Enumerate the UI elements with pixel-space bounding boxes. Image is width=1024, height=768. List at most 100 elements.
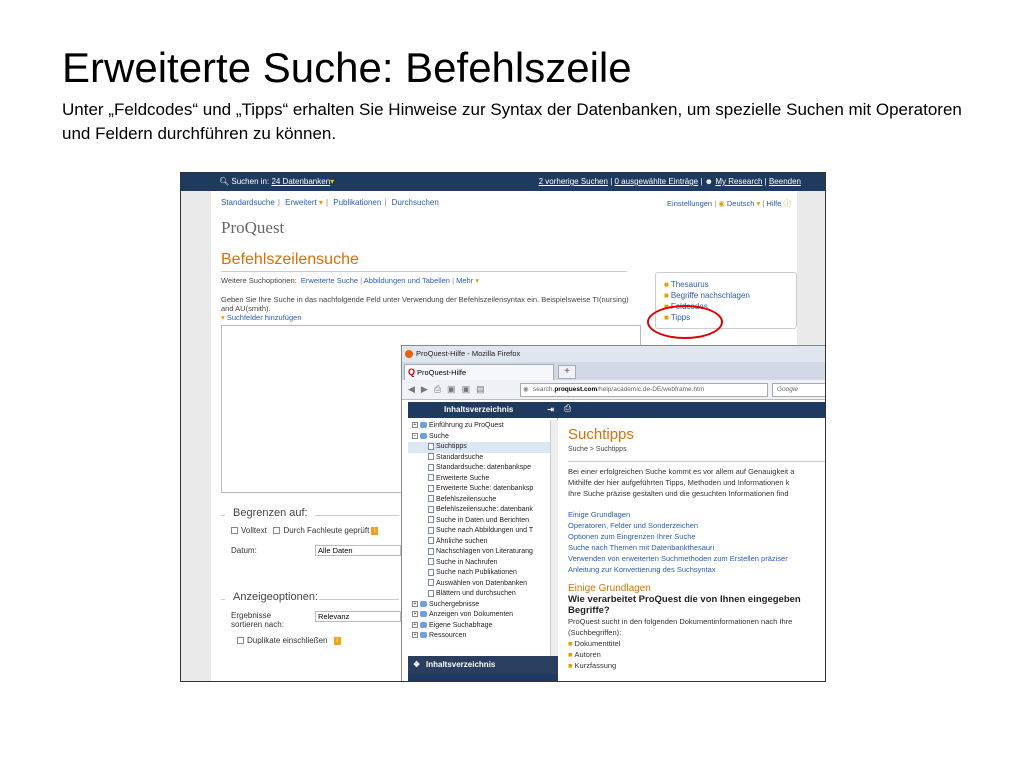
help-icon[interactable]: ⓘ: [784, 199, 792, 208]
toc-item[interactable]: Erweiterte Suche: datenbanksp: [408, 484, 557, 495]
toc-item[interactable]: Blättern und durchsuchen: [408, 589, 557, 600]
expand-icon[interactable]: +: [412, 621, 418, 628]
toc-scrollbar[interactable]: [550, 420, 558, 656]
toc-bottom-tab-2[interactable]: [408, 674, 558, 681]
search-icon: 🔍︎: [219, 177, 230, 186]
toc-item[interactable]: Auswählen von Datenbanken: [408, 579, 557, 590]
toc-item-label: Standardsuche: [436, 453, 484, 461]
nav-advanced-search[interactable]: Erweitert: [285, 198, 317, 207]
tab-proquest-help[interactable]: Q ProQuest-Hilfe: [404, 364, 554, 380]
globe-icon: ◉: [523, 386, 529, 393]
toc-item[interactable]: Suche nach Abbildungen und T: [408, 526, 557, 537]
help-link[interactable]: Hilfe: [766, 199, 781, 208]
language-select[interactable]: Deutsch: [727, 199, 755, 208]
content-link[interactable]: Operatoren, Felder und Sonderzeichen: [568, 520, 825, 531]
content-link[interactable]: Anleitung zur Konvertierung des Suchsynt…: [568, 564, 825, 575]
window-icon[interactable]: ▣: [462, 384, 477, 394]
chevron-down-icon: ▾: [316, 198, 323, 207]
toc-item-label: Nachschlagen von Literaturang: [436, 548, 533, 555]
toc-item[interactable]: Erweiterte Suche: [408, 474, 557, 485]
toc-item[interactable]: Befehlszeilensuche: datenbank: [408, 505, 557, 516]
sort-label-line2: sortieren nach:: [231, 620, 284, 629]
toc-item[interactable]: Suche nach Publikationen: [408, 568, 557, 579]
databases-link[interactable]: 24 Datenbanken: [271, 177, 330, 186]
option-figures-tables[interactable]: Abbildungen und Tabellen: [364, 276, 450, 285]
option-more[interactable]: Mehr: [456, 276, 473, 285]
book-icon: [420, 432, 427, 439]
toc-item-label: Anzeigen von Dokumenten: [429, 611, 514, 618]
content-header-bar: ⎙: [558, 402, 825, 418]
section-heading: Einige Grundlagen: [568, 583, 651, 594]
settings-link[interactable]: Einstellungen: [667, 199, 712, 208]
expand-icon[interactable]: +: [412, 611, 418, 618]
toc-item[interactable]: Suche in Nachrufen: [408, 558, 557, 569]
more-options-label: Weitere Suchoptionen:: [221, 276, 297, 285]
user-icon: ☻: [704, 177, 714, 186]
nav-standard-search[interactable]: Standardsuche: [221, 198, 275, 207]
toc-item[interactable]: + Suchergebnisse: [408, 600, 557, 611]
toc-item[interactable]: + Eigene Suchabfrage: [408, 621, 557, 632]
toc-bottom-tab[interactable]: ❖ Inhaltsverzeichnis: [408, 656, 558, 674]
toc-item-label: Erweiterte Suche: datenbanksp: [436, 485, 534, 492]
peer-reviewed-label: Durch Fachleute geprüft: [283, 526, 370, 535]
proquest-logo[interactable]: ProQuest: [221, 218, 284, 238]
expand-icon[interactable]: +: [412, 632, 418, 639]
content-link[interactable]: Verwenden von erweiterten Suchmethoden z…: [568, 553, 825, 564]
new-tab-button[interactable]: +: [558, 365, 576, 379]
back-arrow-icon[interactable]: ◀: [408, 384, 421, 394]
content-link[interactable]: Optionen zum Eingrenzen Ihrer Suche: [568, 531, 825, 542]
toc-title: Inhaltsverzeichnis: [444, 405, 514, 414]
toc-item[interactable]: Standardsuche: [408, 453, 557, 464]
content-link[interactable]: Suche nach Themen mit Datenbankthesauri: [568, 542, 825, 553]
bullet-item: ■ Dokumenttitel: [568, 639, 621, 648]
print-icon[interactable]: ⎙: [434, 384, 447, 394]
info-icon[interactable]: i: [371, 526, 379, 535]
link-thesaurus[interactable]: ■ Thesaurus: [664, 279, 788, 290]
address-bar[interactable]: ◉ search.proquest.com/help/academic.de-D…: [520, 383, 768, 397]
intro-line-3: Ihre Suche präzise gestalten und die ges…: [568, 489, 789, 498]
nav-publications[interactable]: Publikationen: [333, 198, 381, 207]
paragraph-line-2: (Suchbegriffen):: [568, 628, 622, 637]
my-research-link[interactable]: My Research: [715, 177, 762, 186]
screen-icon[interactable]: ▣: [447, 384, 462, 394]
toc-item[interactable]: Suchtipps: [408, 442, 557, 453]
toc-header: Inhaltsverzeichnis ⇥: [408, 402, 558, 418]
pin-icon[interactable]: ⇥: [547, 402, 554, 418]
peer-reviewed-checkbox[interactable]: [273, 527, 281, 535]
navigation-toolbar: ◀▶⎙▣▣▤ ◉ search.proquest.com/help/academ…: [402, 380, 825, 400]
content-link[interactable]: Einige Grundlagen: [568, 509, 825, 520]
info-icon[interactable]: i: [333, 636, 341, 645]
duplicates-checkbox[interactable]: [237, 637, 244, 645]
nav-browse[interactable]: Durchsuchen: [392, 198, 439, 207]
slide-subtitle: Unter „Feldcodes“ und „Tipps“ erhalten S…: [62, 100, 962, 143]
toc-item[interactable]: Nachschlagen von Literaturang: [408, 547, 557, 558]
sort-select[interactable]: Relevanz: [315, 611, 401, 622]
toc-item[interactable]: Ähnliche suchen: [408, 537, 557, 548]
toc-item[interactable]: + Einführung zu ProQuest: [408, 421, 557, 432]
date-select[interactable]: Alle Daten: [315, 545, 401, 556]
forward-arrow-icon[interactable]: ▶: [421, 384, 434, 394]
expand-icon[interactable]: +: [412, 600, 418, 607]
toc-item-label: Suche in Daten und Berichten: [436, 516, 530, 524]
collapse-icon[interactable]: −: [412, 432, 418, 439]
fulltext-checkbox[interactable]: [231, 527, 238, 535]
toc-item[interactable]: + Anzeigen von Dokumenten: [408, 610, 557, 621]
add-search-fields[interactable]: ▾ Suchfelder hinzufügen: [221, 313, 302, 322]
save-icon[interactable]: ▤: [476, 384, 491, 394]
print-icon[interactable]: ⎙: [564, 403, 571, 414]
breadcrumb: Suche > Suchtipps: [568, 446, 627, 453]
expand-icon[interactable]: +: [412, 422, 418, 429]
toc-item[interactable]: Befehlszeilensuche: [408, 495, 557, 506]
option-advanced-search[interactable]: Erweiterte Suche: [301, 276, 358, 285]
selected-items-link[interactable]: 0 ausgewählte Einträge: [615, 177, 699, 186]
page-icon: [428, 558, 434, 566]
toc-item[interactable]: − Suche: [408, 432, 557, 443]
quit-link[interactable]: Beenden: [769, 177, 801, 186]
link-lookup-terms[interactable]: ■ Begriffe nachschlagen: [664, 290, 788, 301]
search-engine-box[interactable]: Google: [772, 383, 825, 397]
toc-item[interactable]: + Ressourcen: [408, 631, 557, 642]
previous-searches-link[interactable]: 2 vorherige Suchen: [539, 177, 608, 186]
toc-item[interactable]: Suche in Daten und Berichten: [408, 516, 557, 527]
toc-item[interactable]: Standardsuche: datenbankspe: [408, 463, 557, 474]
chevron-down-icon: ▾: [330, 177, 335, 186]
